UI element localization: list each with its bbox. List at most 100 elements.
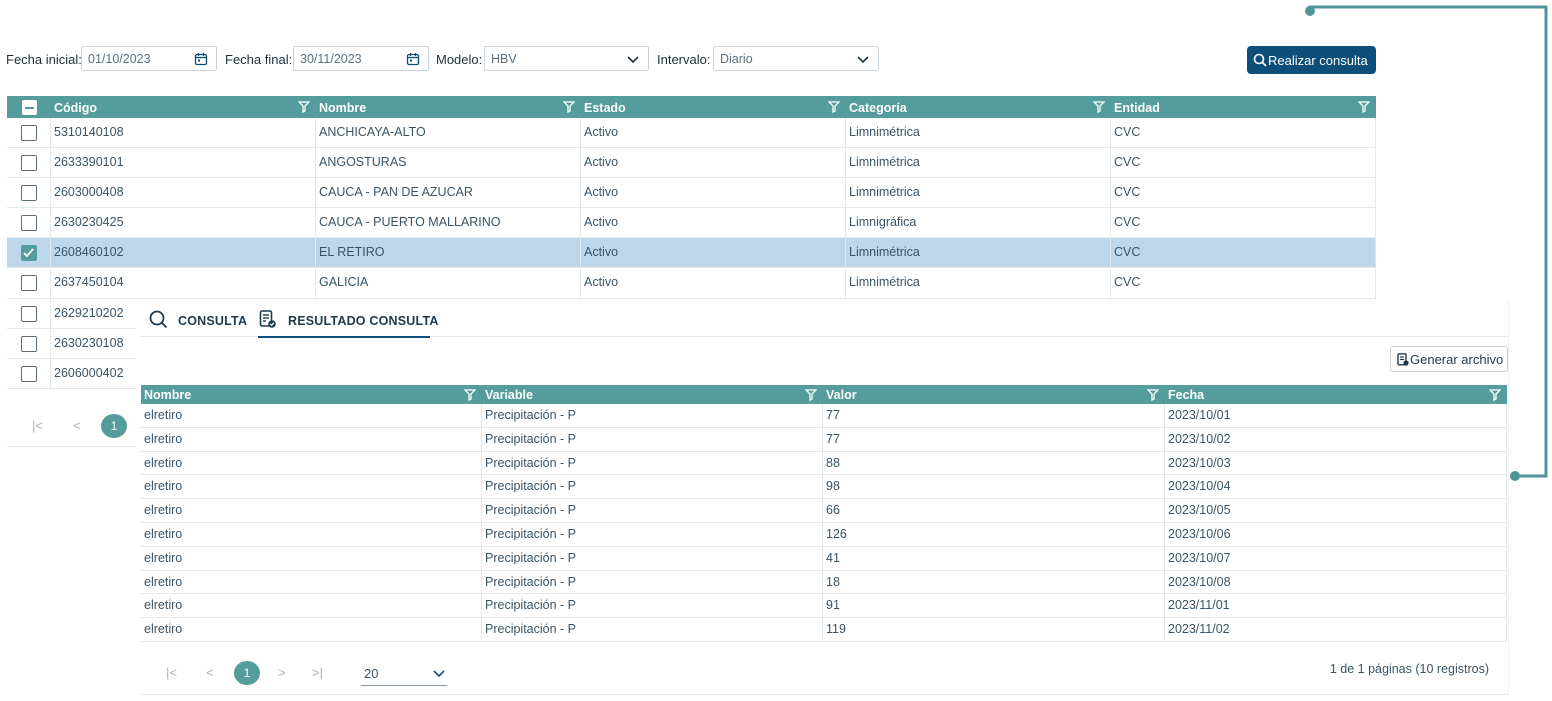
- realizar-consulta-button[interactable]: Realizar consulta: [1247, 46, 1376, 74]
- search-icon: [1253, 53, 1267, 67]
- table-row[interactable]: elretiro Precipitación - P 119 2023/11/02: [141, 618, 1507, 642]
- table-row[interactable]: elretiro Precipitación - P 91 2023/11/01: [141, 594, 1507, 619]
- table-row[interactable]: 2637450104 GALICIA Activo Limnimétrica C…: [7, 268, 1376, 299]
- filter-icon[interactable]: [298, 101, 310, 113]
- intervalo-label: Intervalo:: [657, 52, 711, 67]
- fecha-inicial-field[interactable]: 01/10/2023: [81, 46, 217, 71]
- filter-icon[interactable]: [828, 101, 840, 113]
- row-checkbox[interactable]: [21, 336, 37, 352]
- modelo-value: HBV: [491, 52, 517, 66]
- table-row[interactable]: 2630230108: [7, 329, 136, 359]
- tab-resultado-consulta[interactable]: RESULTADO CONSULTA: [258, 310, 438, 338]
- cell-estado: Activo: [584, 155, 619, 169]
- table-row[interactable]: 2606000402: [7, 359, 136, 389]
- calendar-icon[interactable]: [406, 52, 420, 66]
- table-row[interactable]: elretiro Precipitación - P 98 2023/10/04: [141, 475, 1507, 500]
- last-page-icon[interactable]: >|: [312, 665, 323, 680]
- col-codigo[interactable]: Código: [51, 96, 316, 118]
- row-checkbox-checked[interactable]: [21, 245, 37, 261]
- generar-archivo-button[interactable]: Generar archivo: [1390, 346, 1508, 372]
- filter-icon[interactable]: [1093, 101, 1105, 113]
- cell-valor: 126: [826, 527, 847, 541]
- cell-codigo: 5310140108: [54, 125, 124, 139]
- cell-entidad: CVC: [1114, 185, 1141, 199]
- cell-fecha: 2023/10/06: [1168, 527, 1231, 541]
- cell-variable: Precipitación - P: [485, 408, 577, 422]
- fecha-final-field[interactable]: 30/11/2023: [293, 46, 429, 71]
- col-entidad[interactable]: Entidad: [1111, 96, 1376, 118]
- stations-paginator: |< < 1: [7, 389, 136, 447]
- cell-valor: 41: [826, 550, 840, 565]
- cell-valor: 77: [826, 431, 840, 446]
- tab-consulta[interactable]: CONSULTA: [148, 310, 248, 336]
- cell-variable: Precipitación - P: [485, 455, 577, 470]
- select-all-checkbox[interactable]: [22, 100, 37, 115]
- table-row[interactable]: elretiro Precipitación - P 66 2023/10/05: [141, 499, 1507, 523]
- intervalo-select[interactable]: Diario: [713, 46, 879, 71]
- cell-estado: Activo: [584, 215, 619, 229]
- col-valor[interactable]: Valor: [823, 385, 1165, 404]
- filter-icon[interactable]: [464, 389, 476, 401]
- row-checkbox[interactable]: [21, 125, 37, 141]
- cell-variable: Precipitación - P: [485, 550, 577, 565]
- table-row[interactable]: 2603000408 CAUCA - PAN DE AZUCAR Activo …: [7, 178, 1376, 208]
- filter-icon[interactable]: [805, 389, 817, 401]
- chevron-down-icon: [433, 670, 445, 678]
- filter-icon[interactable]: [1147, 389, 1159, 401]
- table-row[interactable]: 5310140108 ANCHICAYA-ALTO Activo Limnimé…: [7, 118, 1376, 148]
- row-checkbox[interactable]: [21, 306, 37, 322]
- cell-codigo: 2630230108: [54, 336, 124, 350]
- col-nombre[interactable]: Nombre: [316, 96, 581, 118]
- row-checkbox[interactable]: [21, 185, 37, 201]
- chevron-down-icon: [627, 56, 639, 64]
- table-row[interactable]: 2629210202: [7, 299, 136, 329]
- cell-codigo: 2606000402: [54, 366, 124, 380]
- fecha-final-value: 30/11/2023: [300, 52, 362, 66]
- filter-icon[interactable]: [1358, 101, 1370, 113]
- cell-estado: Activo: [584, 185, 619, 199]
- filter-icon[interactable]: [563, 101, 575, 113]
- first-page-icon[interactable]: |<: [32, 418, 43, 433]
- col-fecha[interactable]: Fecha: [1165, 385, 1507, 404]
- next-page-icon[interactable]: >: [278, 665, 286, 680]
- current-page[interactable]: 1: [234, 661, 260, 685]
- row-checkbox[interactable]: [21, 366, 37, 382]
- table-row[interactable]: 2630230425 CAUCA - PUERTO MALLARINO Acti…: [7, 208, 1376, 238]
- cell-fecha: 2023/11/02: [1168, 622, 1230, 637]
- prev-page-icon[interactable]: <: [73, 418, 81, 433]
- table-row[interactable]: elretiro Precipitación - P 88 2023/10/03: [141, 451, 1507, 476]
- select-all-cell[interactable]: [7, 96, 51, 118]
- calendar-icon[interactable]: [194, 52, 208, 66]
- col-categoria[interactable]: Categoría: [846, 96, 1111, 118]
- cell-categoria: Limnimétrica: [849, 125, 920, 139]
- document-result-icon: [259, 310, 276, 328]
- filter-icon[interactable]: [1489, 389, 1501, 401]
- row-checkbox[interactable]: [21, 275, 37, 291]
- page-size-select[interactable]: 20: [361, 661, 447, 686]
- table-row[interactable]: elretiro Precipitación - P 18 2023/10/08: [141, 570, 1507, 595]
- fecha-final-label: Fecha final:: [225, 52, 293, 67]
- cell-codigo: 2637450104: [54, 275, 124, 289]
- table-row[interactable]: elretiro Precipitación - P 126 2023/10/06: [141, 523, 1507, 547]
- cell-variable: Precipitación - P: [485, 622, 577, 637]
- prev-page-icon[interactable]: <: [206, 665, 214, 680]
- table-row-selected[interactable]: 2608460102 EL RETIRO Activo Limnimétrica…: [7, 238, 1376, 268]
- row-checkbox[interactable]: [21, 155, 37, 171]
- table-row[interactable]: elretiro Precipitación - P 41 2023/10/07: [141, 546, 1507, 571]
- first-page-icon[interactable]: |<: [166, 665, 177, 680]
- col-variable[interactable]: Variable: [482, 385, 823, 404]
- current-page[interactable]: 1: [101, 414, 127, 438]
- col-categoria-label: Categoría: [849, 101, 907, 115]
- col-nombre[interactable]: Nombre: [141, 385, 482, 404]
- modelo-select[interactable]: HBV: [484, 46, 649, 71]
- table-row[interactable]: elretiro Precipitación - P 77 2023/10/02: [141, 427, 1507, 452]
- cell-variable: Precipitación - P: [485, 598, 577, 613]
- modelo-label: Modelo:: [436, 52, 483, 67]
- col-estado[interactable]: Estado: [581, 96, 846, 118]
- table-row[interactable]: elretiro Precipitación - P 77 2023/10/01: [141, 404, 1507, 428]
- cell-fecha: 2023/11/01: [1168, 598, 1230, 613]
- cell-entidad: CVC: [1114, 245, 1141, 259]
- page-size-value: 20: [364, 666, 379, 681]
- row-checkbox[interactable]: [21, 215, 37, 231]
- table-row[interactable]: 2633390101 ANGOSTURAS Activo Limnimétric…: [7, 148, 1376, 178]
